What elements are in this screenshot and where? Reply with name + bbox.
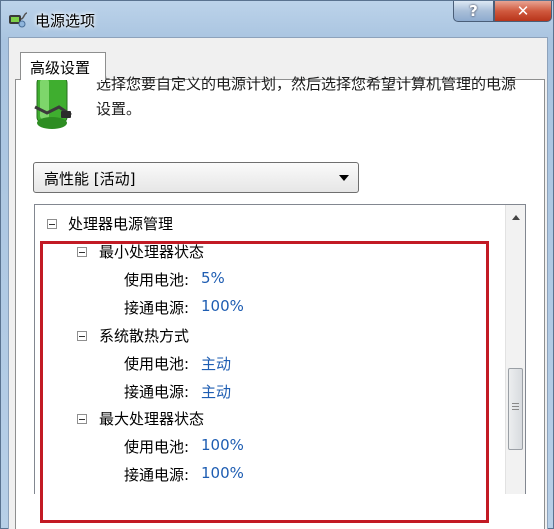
- tab-label: 高级设置: [30, 59, 91, 77]
- setting-value[interactable]: 主动: [201, 353, 231, 374]
- setting-value[interactable]: 100%: [201, 464, 244, 482]
- collapse-icon[interactable]: [47, 219, 57, 229]
- plan-select-value: 高性能 [活动]: [44, 170, 136, 188]
- setting-label: 使用电池:: [124, 271, 190, 289]
- setting-value[interactable]: 100%: [201, 436, 244, 454]
- window-title: 电源选项: [35, 12, 96, 30]
- tree-group-max-processor-state[interactable]: 最大处理器状态: [99, 408, 204, 429]
- setting-label: 接通电源:: [124, 466, 190, 484]
- power-options-window: 电源选项 ? ✕ 高级设置 选择您要自定义的电源计划，然后选择您希望计算机管理的…: [0, 0, 554, 529]
- help-button[interactable]: ?: [453, 1, 494, 22]
- setting-value[interactable]: 5%: [201, 269, 225, 287]
- vertical-scrollbar[interactable]: [505, 205, 525, 494]
- setting-label: 接通电源:: [124, 299, 190, 317]
- close-button[interactable]: ✕: [494, 1, 552, 22]
- tab-advanced-settings[interactable]: 高级设置: [20, 52, 106, 80]
- scroll-up-icon[interactable]: [512, 215, 520, 220]
- title-bar[interactable]: 电源选项 ? ✕: [1, 1, 553, 37]
- setting-label: 接通电源:: [124, 383, 190, 401]
- setting-value[interactable]: 主动: [201, 381, 231, 402]
- power-plan-select[interactable]: 高性能 [活动]: [33, 162, 359, 193]
- dropdown-arrow-icon: [339, 175, 349, 181]
- collapse-icon[interactable]: [77, 414, 87, 424]
- collapse-icon[interactable]: [77, 247, 87, 257]
- help-icon: ?: [469, 2, 478, 20]
- plan-description: 选择您要自定义的电源计划，然后选择您希望计算机管理的电源设置。: [96, 75, 517, 118]
- setting-label: 使用电池:: [124, 438, 190, 456]
- power-plug-icon: [9, 12, 28, 28]
- tree-group-cooling-policy[interactable]: 系统散热方式: [99, 325, 189, 346]
- grip-icon: [512, 403, 519, 412]
- settings-tree[interactable]: 处理器电源管理 最小处理器状态 使用电池: 5% 接通电源: 100% 系统散热…: [34, 204, 526, 494]
- scroll-thumb[interactable]: [508, 368, 523, 450]
- tree-root-processor-power[interactable]: 处理器电源管理: [68, 213, 173, 234]
- setting-value[interactable]: 100%: [201, 297, 244, 315]
- setting-label: 使用电池:: [124, 355, 190, 373]
- tree-group-min-processor-state[interactable]: 最小处理器状态: [99, 241, 204, 262]
- collapse-icon[interactable]: [77, 331, 87, 341]
- close-icon: ✕: [516, 2, 530, 20]
